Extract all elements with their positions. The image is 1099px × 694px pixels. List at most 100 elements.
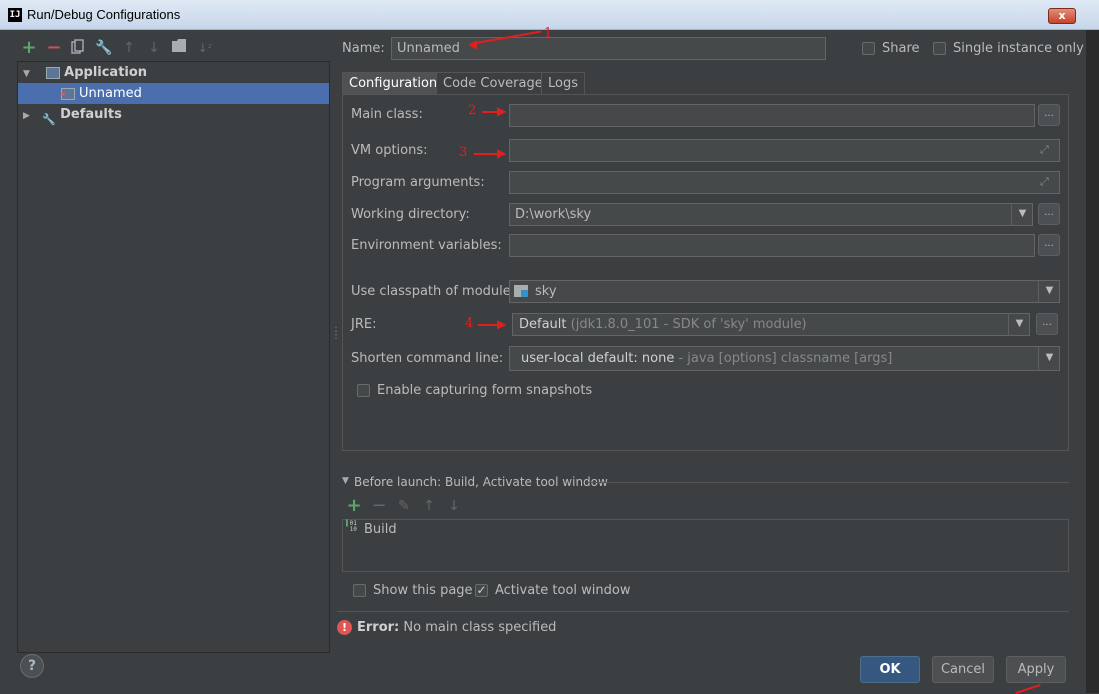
- defaults-wrench-icon: 🔧: [42, 112, 56, 126]
- expand-icon[interactable]: ⤢: [1040, 143, 1049, 157]
- wrench-icon[interactable]: 🔧: [95, 39, 113, 57]
- show-page-checkbox[interactable]: [353, 584, 366, 597]
- apply-button[interactable]: Apply: [1006, 656, 1066, 683]
- error-icon: !: [337, 620, 352, 635]
- list-item-build[interactable]: Build: [364, 522, 397, 537]
- close-window-button[interactable]: x: [1048, 8, 1076, 24]
- working-directory-label: Working directory:: [351, 207, 470, 222]
- single-instance-checkbox[interactable]: [933, 42, 946, 55]
- capture-snapshots-checkbox[interactable]: [357, 384, 370, 397]
- working-directory-input[interactable]: D:\work\sky: [509, 203, 1033, 226]
- before-launch-list[interactable]: [342, 519, 1069, 572]
- annotation-arrow: [1015, 684, 1041, 694]
- expand-arrow-icon[interactable]: ▼: [23, 64, 33, 85]
- chevron-down-icon[interactable]: ▼: [1011, 203, 1033, 226]
- vm-options-input[interactable]: [509, 139, 1060, 162]
- chevron-down-icon[interactable]: ▼: [1038, 347, 1060, 370]
- add-icon[interactable]: +: [345, 497, 363, 515]
- intellij-logo-icon: IJ: [8, 8, 22, 22]
- tree-item-label: Defaults: [60, 107, 122, 122]
- tab-logs[interactable]: Logs: [541, 72, 585, 95]
- environment-variables-input[interactable]: [509, 234, 1035, 257]
- tree-item-unnamed[interactable]: × Unnamed: [18, 83, 329, 104]
- collapse-arrow-icon[interactable]: ▼: [342, 476, 349, 486]
- annotation-arrowhead-icon: ▶: [497, 146, 507, 160]
- ok-button[interactable]: OK: [860, 656, 920, 683]
- divider: [337, 611, 1069, 612]
- annotation-2: 2: [468, 103, 477, 118]
- chevron-down-icon[interactable]: ▼: [1008, 313, 1030, 336]
- share-label: Share: [882, 41, 920, 56]
- cancel-button[interactable]: Cancel: [932, 656, 994, 683]
- annotation-arrowhead-icon: ▶: [497, 317, 507, 331]
- tree-item-label: Application: [64, 65, 148, 80]
- expand-icon[interactable]: ⤢: [1040, 175, 1049, 189]
- before-launch-title: Before launch: Build, Activate tool wind…: [354, 475, 608, 489]
- share-checkbox[interactable]: [862, 42, 875, 55]
- tab-code-coverage[interactable]: Code Coverage: [436, 72, 550, 95]
- main-class-label: Main class:: [351, 107, 423, 122]
- tree-item-application[interactable]: ▼ Application: [18, 62, 329, 83]
- environment-variables-button[interactable]: ...: [1038, 234, 1060, 256]
- jre-label: JRE:: [351, 317, 377, 332]
- annotation-3: 3: [459, 145, 468, 160]
- edit-icon[interactable]: ✎: [395, 497, 413, 515]
- help-button[interactable]: ?: [20, 654, 44, 678]
- annotation-4: 4: [465, 316, 474, 331]
- annotation-1: 1: [544, 26, 553, 41]
- environment-variables-label: Environment variables:: [351, 238, 502, 253]
- activate-tool-window-label: Activate tool window: [495, 583, 631, 598]
- tree-item-defaults[interactable]: ▶ 🔧 Defaults: [18, 104, 329, 127]
- shorten-value: user-local default: none: [521, 351, 675, 366]
- vm-options-label: VM options:: [351, 143, 428, 158]
- main-class-browse-button[interactable]: ...: [1038, 104, 1060, 126]
- error-prefix: Error:: [357, 620, 400, 635]
- divider: [586, 482, 1069, 483]
- activate-tool-window-checkbox[interactable]: [475, 584, 488, 597]
- move-down-icon[interactable]: ↓: [145, 39, 163, 57]
- classpath-module-label: Use classpath of module:: [351, 284, 516, 299]
- jre-browse-button[interactable]: ...: [1036, 313, 1058, 335]
- move-up-icon[interactable]: ↑: [120, 39, 138, 57]
- program-arguments-label: Program arguments:: [351, 175, 485, 190]
- add-icon[interactable]: +: [20, 39, 38, 57]
- window-edge: [1086, 30, 1099, 693]
- module-folder-icon: [514, 285, 528, 297]
- capture-snapshots-label: Enable capturing form snapshots: [377, 383, 593, 398]
- show-page-label: Show this page: [373, 583, 473, 598]
- shorten-command-line-select[interactable]: user-local default: none - java [options…: [509, 346, 1060, 371]
- classpath-module-select[interactable]: sky: [509, 280, 1060, 303]
- collapse-arrow-icon[interactable]: ▶: [23, 106, 33, 127]
- jre-value: Default: [519, 317, 567, 332]
- jre-detail: (jdk1.8.0_101 - SDK of 'sky' module): [570, 317, 807, 332]
- move-down-icon[interactable]: ↓: [445, 497, 463, 515]
- error-message: Error: No main class specified: [357, 620, 556, 635]
- annotation-arrowhead-icon: ▶: [497, 104, 507, 118]
- move-up-icon[interactable]: ↑: [420, 497, 438, 515]
- tab-configuration[interactable]: Configuration: [342, 72, 445, 95]
- configuration-tree[interactable]: ▼ Application × Unnamed ▶ 🔧 Defaults: [17, 61, 330, 653]
- working-directory-browse-button[interactable]: ...: [1038, 203, 1060, 225]
- remove-icon[interactable]: −: [370, 497, 388, 515]
- shorten-command-line-label: Shorten command line:: [351, 351, 504, 366]
- program-arguments-input[interactable]: [509, 171, 1060, 194]
- tree-item-label: Unnamed: [79, 86, 142, 101]
- window-title: Run/Debug Configurations: [27, 7, 181, 22]
- build-icon: ▌01 10: [346, 520, 357, 533]
- application-config-icon: ×: [59, 87, 75, 100]
- single-instance-label: Single instance only: [953, 41, 1084, 56]
- copy-icon[interactable]: [69, 39, 87, 57]
- name-input[interactable]: Unnamed: [391, 37, 826, 60]
- chevron-down-icon[interactable]: ▼: [1038, 280, 1060, 303]
- splitter-handle[interactable]: ⋮ ⋮: [331, 327, 341, 341]
- application-icon: [46, 66, 61, 79]
- remove-icon[interactable]: −: [45, 39, 63, 57]
- annotation-arrowhead-icon: ◀: [468, 37, 478, 51]
- shorten-detail: - java [options] classname [args]: [678, 351, 893, 366]
- error-text: No main class specified: [403, 620, 557, 635]
- main-class-input[interactable]: [509, 104, 1035, 127]
- folder-icon[interactable]: [170, 39, 188, 57]
- name-label: Name:: [342, 41, 385, 56]
- jre-select[interactable]: Default (jdk1.8.0_101 - SDK of 'sky' mod…: [512, 313, 1030, 336]
- sort-icon[interactable]: ↓ᶻ: [196, 39, 214, 57]
